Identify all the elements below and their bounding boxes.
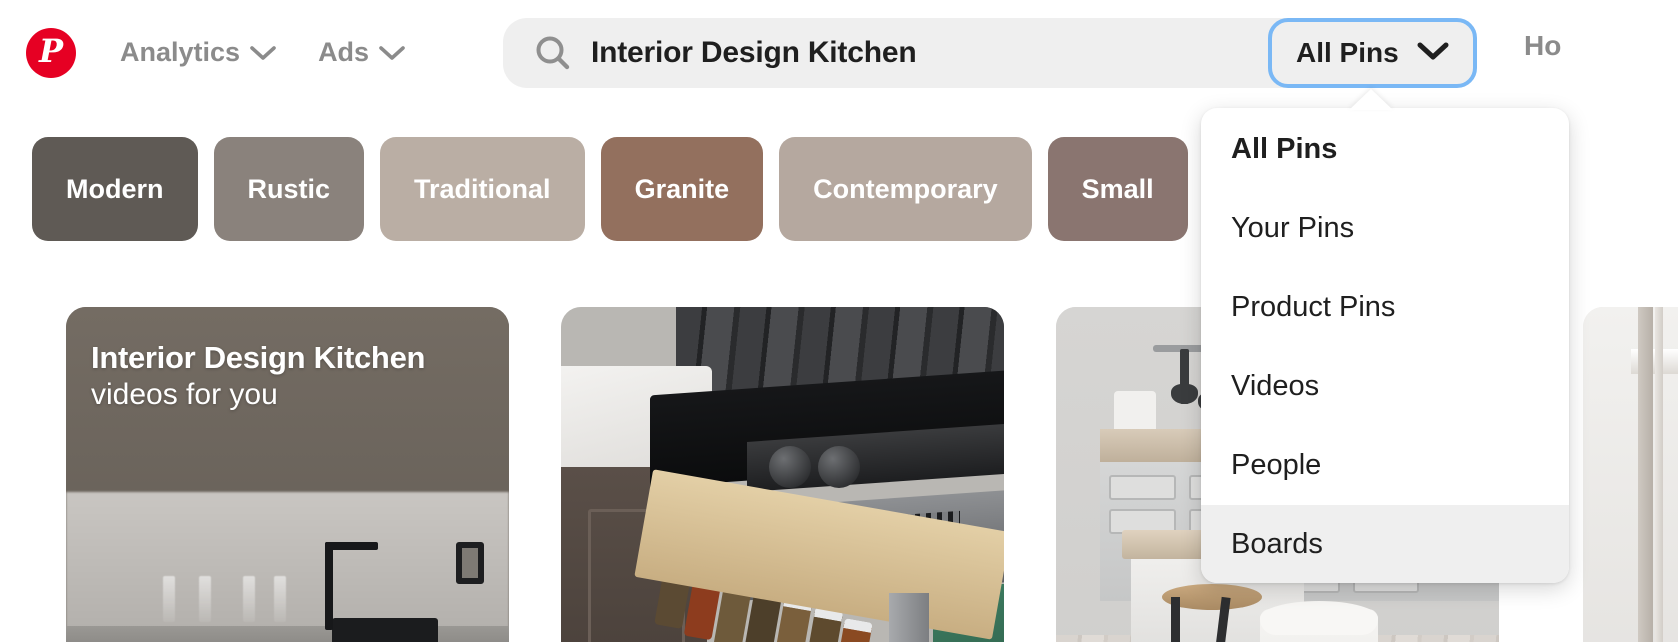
pinterest-logo-button[interactable]: P bbox=[24, 26, 78, 80]
edge-card[interactable] bbox=[1583, 307, 1678, 642]
video-hero-card[interactable]: Interior Design Kitchen videos for you bbox=[66, 307, 509, 642]
dropdown-item-product-pins[interactable]: Product Pins bbox=[1201, 268, 1569, 347]
dropdown-item-label: Boards bbox=[1231, 528, 1323, 560]
dropdown-arrow-icon bbox=[1349, 89, 1393, 110]
card-image bbox=[561, 307, 1004, 642]
dropdown-item-videos[interactable]: Videos bbox=[1201, 347, 1569, 426]
nav-analytics[interactable]: Analytics bbox=[120, 37, 276, 68]
dropdown-item-people[interactable]: People bbox=[1201, 426, 1569, 505]
chip-label: Rustic bbox=[247, 173, 331, 204]
card-title: Interior Design Kitchen bbox=[91, 340, 426, 375]
chip-traditional[interactable]: Traditional bbox=[380, 137, 585, 241]
chip-label: Traditional bbox=[414, 173, 551, 204]
dropdown-item-boards[interactable]: Boards bbox=[1201, 505, 1569, 583]
nav-analytics-label: Analytics bbox=[120, 37, 241, 67]
chip-granite[interactable]: Granite bbox=[600, 137, 764, 241]
chip-label: Granite bbox=[634, 173, 730, 204]
all-pins-dropdown-menu: All Pins Your Pins Product Pins Videos P… bbox=[1201, 108, 1569, 583]
filter-chip-row: Modern Rustic Traditional Granite Contem… bbox=[32, 137, 1302, 241]
card-overlay-text: Interior Design Kitchen videos for you bbox=[91, 340, 425, 413]
card-subtitle: videos for you bbox=[91, 377, 278, 411]
dropdown-item-label: Your Pins bbox=[1231, 212, 1355, 244]
chip-modern[interactable]: Modern bbox=[32, 137, 198, 241]
all-pins-dropdown-trigger[interactable]: All Pins bbox=[1268, 18, 1477, 88]
dropdown-item-label: All Pins bbox=[1231, 133, 1338, 165]
dropdown-item-all-pins[interactable]: All Pins bbox=[1201, 110, 1569, 189]
pinterest-search-page: P Analytics Ads Interior Design Kitchen … bbox=[0, 0, 1678, 642]
search-input[interactable] bbox=[591, 36, 1151, 70]
chip-small[interactable]: Small bbox=[1047, 137, 1188, 241]
logo-letter: P bbox=[38, 32, 64, 70]
top-header: P Analytics Ads Interior Design Kitchen … bbox=[0, 0, 1678, 105]
nav-ads[interactable]: Ads bbox=[318, 37, 405, 68]
dropdown-item-label: Product Pins bbox=[1231, 291, 1396, 323]
dropdown-item-label: People bbox=[1231, 449, 1322, 481]
pinterest-logo-icon: P bbox=[26, 27, 76, 78]
chip-label: Contemporary bbox=[813, 173, 998, 204]
search-area: All Pins bbox=[503, 18, 1533, 88]
chevron-down-icon bbox=[250, 45, 276, 61]
chip-label: Modern bbox=[66, 173, 164, 204]
chevron-down-icon bbox=[1417, 41, 1449, 66]
spice-drawer-card[interactable] bbox=[561, 307, 1004, 642]
chevron-down-icon bbox=[379, 45, 405, 61]
search-icon bbox=[533, 33, 573, 73]
nav-home-label[interactable]: Ho bbox=[1524, 30, 1561, 62]
dropdown-item-label: Videos bbox=[1231, 370, 1320, 402]
chip-rustic[interactable]: Rustic bbox=[213, 137, 365, 241]
search-box[interactable] bbox=[503, 18, 1321, 88]
nav-ads-label: Ads bbox=[318, 37, 370, 67]
chip-label: Small bbox=[1081, 173, 1154, 204]
dropdown-item-your-pins[interactable]: Your Pins bbox=[1201, 189, 1569, 268]
all-pins-trigger-label: All Pins bbox=[1296, 37, 1399, 68]
chip-contemporary[interactable]: Contemporary bbox=[779, 137, 1032, 241]
card-image bbox=[1583, 307, 1678, 642]
